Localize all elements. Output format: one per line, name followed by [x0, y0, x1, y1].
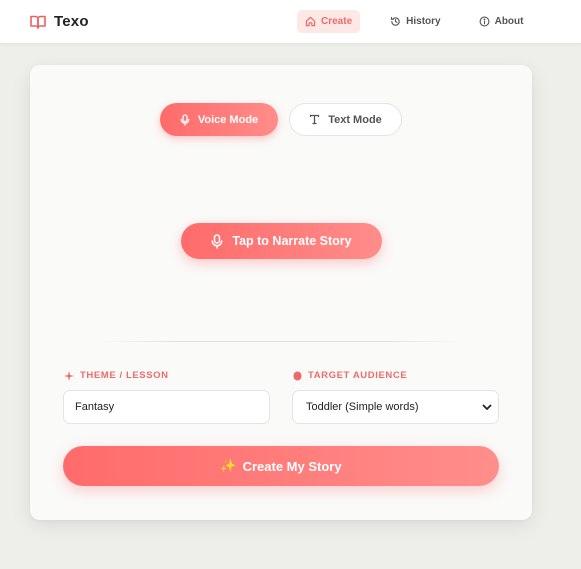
- story-creator-card: Voice Mode Text Mode Tap to Narrate Stor…: [30, 65, 532, 520]
- theme-label: THEME / LESSON: [64, 370, 169, 381]
- text-icon: [309, 114, 320, 125]
- chevron-down-icon: [482, 404, 492, 411]
- theme-label-text: THEME / LESSON: [80, 370, 169, 381]
- text-mode-button[interactable]: Text Mode: [289, 103, 402, 136]
- create-story-button[interactable]: ✨ Create My Story: [63, 446, 499, 486]
- info-icon: [479, 16, 490, 27]
- app-name: Texo: [54, 13, 89, 30]
- audience-select-value: Toddler (Simple words): [306, 401, 419, 413]
- narrate-label: Tap to Narrate Story: [232, 234, 352, 248]
- book-open-icon: [30, 15, 46, 29]
- sparkles-icon: ✨: [220, 458, 237, 473]
- nav-about-label: About: [494, 16, 524, 27]
- main-nav: Create History About: [297, 10, 531, 33]
- microphone-icon: [211, 233, 223, 249]
- voice-mode-label: Voice Mode: [197, 113, 259, 126]
- brand[interactable]: Texo: [30, 13, 89, 30]
- audience-icon: [293, 371, 302, 381]
- narrate-button[interactable]: Tap to Narrate Story: [181, 223, 382, 259]
- audience-label-text: TARGET AUDIENCE: [308, 370, 408, 381]
- nav-history[interactable]: History: [382, 10, 448, 33]
- top-navbar: Texo Create History About: [0, 0, 581, 44]
- home-icon: [305, 16, 316, 27]
- theme-input-value: Fantasy: [75, 401, 115, 413]
- audience-label: TARGET AUDIENCE: [293, 370, 407, 381]
- voice-mode-button[interactable]: Voice Mode: [160, 103, 278, 136]
- nav-create-label: Create: [321, 16, 353, 27]
- audience-select[interactable]: Toddler (Simple words): [292, 390, 499, 424]
- history-icon: [390, 16, 401, 27]
- microphone-icon: [180, 113, 190, 126]
- text-mode-label: Text Mode: [328, 113, 382, 126]
- nav-about[interactable]: About: [471, 10, 532, 33]
- theme-input[interactable]: Fantasy: [63, 390, 270, 424]
- nav-history-label: History: [406, 16, 441, 27]
- nav-create[interactable]: Create: [297, 10, 361, 33]
- sparkle-icon: [64, 370, 74, 381]
- divider: [100, 341, 462, 342]
- create-story-label: Create My Story: [242, 458, 342, 474]
